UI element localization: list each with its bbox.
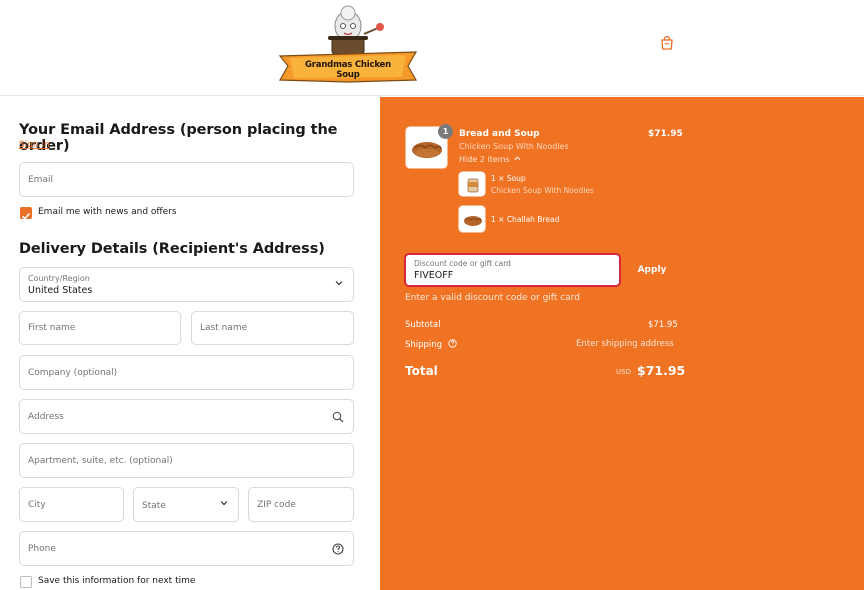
contact-heading: Your Email Address (person placing the o…	[19, 122, 338, 154]
discount-error: Enter a valid discount code or gift card	[405, 293, 580, 303]
brand-name: Grandmas Chicken Soup	[305, 60, 391, 80]
header: Grandmas Chicken Soup	[0, 0, 864, 96]
state-select[interactable]: State	[133, 487, 239, 522]
city-placeholder: City	[28, 499, 46, 510]
chevron-up-icon	[514, 156, 521, 161]
subtotal-value: $71.95	[648, 320, 678, 330]
item-subtitle: Chicken Soup With Noodles	[459, 142, 569, 151]
zip-placeholder: ZIP code	[257, 499, 296, 510]
chevron-down-icon	[220, 500, 228, 505]
shipping-value: Enter shipping address	[576, 339, 674, 349]
hide-items-label: Hide 2 items	[459, 155, 510, 164]
brand-logo[interactable]: Grandmas Chicken Soup	[278, 4, 418, 84]
apartment-placeholder: Apartment, suite, etc. (optional)	[28, 455, 173, 466]
subitem-bread-label: 1 × Challah Bread	[491, 215, 560, 224]
phone-field[interactable]: Phone	[19, 531, 354, 566]
news-checkbox-label: Email me with news and offers	[38, 207, 177, 217]
subitem-soup-label: 1 × Soup	[491, 174, 526, 183]
last-name-field[interactable]: Last name	[191, 311, 354, 345]
checkmark-icon	[21, 212, 31, 220]
subitem-thumbnail-bread	[458, 205, 486, 233]
total-currency: USD	[616, 368, 631, 376]
help-icon[interactable]	[332, 543, 344, 555]
challah-image	[464, 216, 482, 226]
news-checkbox[interactable]	[20, 207, 32, 220]
company-field[interactable]: Company (optional)	[19, 355, 354, 390]
first-name-field[interactable]: First name	[19, 311, 181, 345]
apply-button[interactable]: Apply	[630, 253, 674, 287]
apartment-field[interactable]: Apartment, suite, etc. (optional)	[19, 443, 354, 478]
address-placeholder: Address	[28, 411, 64, 422]
sign-in-link[interactable]: Sign in	[19, 140, 50, 150]
total-value: $71.95	[637, 363, 686, 378]
discount-code-field[interactable]: Discount code or gift card FIVEOFF	[404, 253, 621, 287]
save-info-checkbox[interactable]	[20, 576, 32, 588]
hide-items-toggle[interactable]: Hide 2 items	[459, 155, 521, 164]
shipping-help-icon[interactable]	[448, 339, 457, 348]
item-title: Bread and Soup	[459, 129, 540, 139]
country-value: United States	[28, 285, 93, 296]
address-field[interactable]: Address	[19, 399, 354, 434]
item-quantity-badge: 1	[438, 124, 453, 139]
city-field[interactable]: City	[19, 487, 124, 522]
country-label: Country/Region	[28, 274, 90, 283]
state-label: State	[142, 501, 166, 511]
shopping-bag-icon[interactable]	[659, 35, 675, 51]
last-name-placeholder: Last name	[200, 323, 248, 333]
phone-placeholder: Phone	[28, 543, 56, 554]
chevron-down-icon	[335, 280, 343, 285]
subtotal-label: Subtotal	[405, 320, 441, 330]
discount-label: Discount code or gift card	[414, 259, 511, 268]
checkout-form: Your Email Address (person placing the o…	[0, 97, 380, 590]
subitem-soup-detail: Chicken Soup With Noodles	[491, 186, 594, 195]
country-select[interactable]: Country/Region United States	[19, 267, 354, 302]
shipping-label: Shipping	[405, 340, 443, 350]
email-placeholder: Email	[28, 174, 53, 185]
delivery-heading: Delivery Details (Recipient's Address)	[19, 241, 325, 257]
zip-field[interactable]: ZIP code	[248, 487, 354, 522]
shipping-row-label: Shipping	[405, 339, 457, 350]
item-price: $71.95	[648, 129, 683, 139]
discount-value: FIVEOFF	[414, 270, 454, 281]
soup-image	[467, 178, 479, 193]
email-field[interactable]: Email	[19, 162, 354, 197]
first-name-placeholder: First name	[28, 323, 76, 333]
subitem-thumbnail-soup	[458, 171, 486, 197]
total-label: Total	[405, 364, 438, 378]
company-placeholder: Company (optional)	[28, 367, 118, 378]
save-info-label: Save this information for next time	[38, 576, 196, 586]
search-icon	[332, 411, 344, 423]
